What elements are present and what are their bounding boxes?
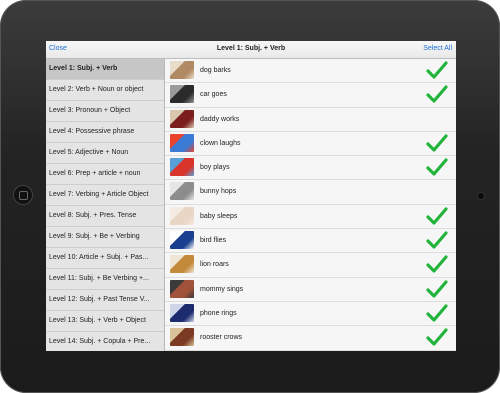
phrase-label: boy plays <box>200 164 230 172</box>
list-item[interactable]: dog barks <box>165 59 456 84</box>
navigation-bar: Close Level 1: Subj. + Verb Select All <box>46 41 456 59</box>
list-item[interactable]: lion roars <box>165 253 456 278</box>
phrase-label: mommy sings <box>200 285 244 293</box>
sidebar-item-level-4[interactable]: Level 4: Possessive phrase <box>46 122 164 143</box>
sidebar-item-level-9[interactable]: Level 9: Subj. + Be + Verbing <box>46 227 164 248</box>
phrase-label: clown laughs <box>200 139 241 147</box>
thumbnail-image <box>170 158 194 177</box>
thumbnail-image <box>170 231 194 250</box>
tablet-bezel: Close Level 1: Subj. + Verb Select All L… <box>0 0 500 393</box>
thumbnail-image <box>170 133 194 152</box>
thumbnail-image <box>170 85 194 104</box>
list-item[interactable]: boy plays <box>165 156 456 181</box>
phrase-label: car goes <box>200 91 227 99</box>
checkmark-icon <box>426 280 448 298</box>
select-all-button[interactable]: Select All <box>423 45 452 52</box>
list-item[interactable]: rooster crows <box>165 326 456 351</box>
phrase-label: phone rings <box>200 309 237 317</box>
sidebar-item-level-3[interactable]: Level 3: Pronoun + Object <box>46 101 164 122</box>
checkmark-icon <box>426 61 448 79</box>
sidebar-item-level-6[interactable]: Level 6: Prep + article + noun <box>46 164 164 185</box>
sidebar-item-level-8[interactable]: Level 8: Subj. + Pres. Tense <box>46 206 164 227</box>
checkmark-icon <box>426 134 448 152</box>
checkmark-icon <box>426 304 448 322</box>
checkmark-icon <box>426 85 448 103</box>
checkmark-icon <box>426 328 448 346</box>
sidebar-item-level-14[interactable]: Level 14: Subj. + Copula + Pre... <box>46 332 164 351</box>
phrase-list: dog barks car goes daddy works clown laughs… <box>165 59 456 351</box>
phrase-label: daddy works <box>200 115 240 123</box>
thumbnail-image <box>170 206 194 225</box>
phrase-label: dog barks <box>200 67 231 74</box>
list-item[interactable]: bunny hops <box>165 180 456 205</box>
sidebar-item-level-7[interactable]: Level 7: Verbing + Article Object <box>46 185 164 206</box>
page-title: Level 1: Subj. + Verb <box>216 45 286 52</box>
sidebar-item-level-13[interactable]: Level 13: Subj. + Verb + Object <box>46 311 164 332</box>
level-sidebar: Level 1: Subj. + Verb Level 2: Verb + Nou… <box>46 59 165 351</box>
list-item[interactable]: clown laughs <box>165 131 456 157</box>
sidebar-item-level-2[interactable]: Level 2: Verb + Noun or object <box>46 80 164 101</box>
list-item[interactable]: bird flies <box>165 229 456 254</box>
camera-icon <box>478 193 484 199</box>
app-screen: Close Level 1: Subj. + Verb Select All L… <box>46 41 456 351</box>
phrase-label: baby sleeps <box>200 212 238 220</box>
phrase-label: lion roars <box>200 261 229 269</box>
phrase-label: rooster crows <box>200 334 243 342</box>
sidebar-item-level-1[interactable]: Level 1: Subj. + Verb <box>46 59 164 80</box>
list-item[interactable]: phone rings <box>165 301 456 327</box>
thumbnail-image <box>170 109 194 128</box>
thumbnail-image <box>170 182 194 201</box>
thumbnail-image <box>170 279 194 298</box>
home-button[interactable] <box>13 185 33 205</box>
phrase-label: bunny hops <box>200 188 237 196</box>
list-item[interactable]: car goes <box>165 83 456 108</box>
checkmark-icon <box>426 231 448 249</box>
thumbnail-image <box>170 61 194 79</box>
thumbnail-image <box>170 303 194 322</box>
checkmark-icon <box>426 207 448 225</box>
sidebar-item-level-12[interactable]: Level 12: Subj. + Past Tense V... <box>46 290 164 311</box>
checkmark-icon <box>426 255 448 273</box>
thumbnail-image <box>170 328 194 347</box>
sidebar-item-level-5[interactable]: Level 5: Adjective + Noun <box>46 143 164 164</box>
list-item[interactable]: mommy sings <box>165 277 456 302</box>
list-item[interactable]: baby sleeps <box>165 204 456 230</box>
list-item[interactable]: daddy works <box>165 107 456 132</box>
sidebar-item-level-11[interactable]: Level 11: Subj. + Be Verbing +... <box>46 269 164 290</box>
sidebar-item-level-10[interactable]: Level 10: Article + Subj. + Pas... <box>46 248 164 269</box>
thumbnail-image <box>170 255 194 274</box>
checkmark-icon <box>426 158 448 176</box>
phrase-label: bird flies <box>200 237 227 245</box>
